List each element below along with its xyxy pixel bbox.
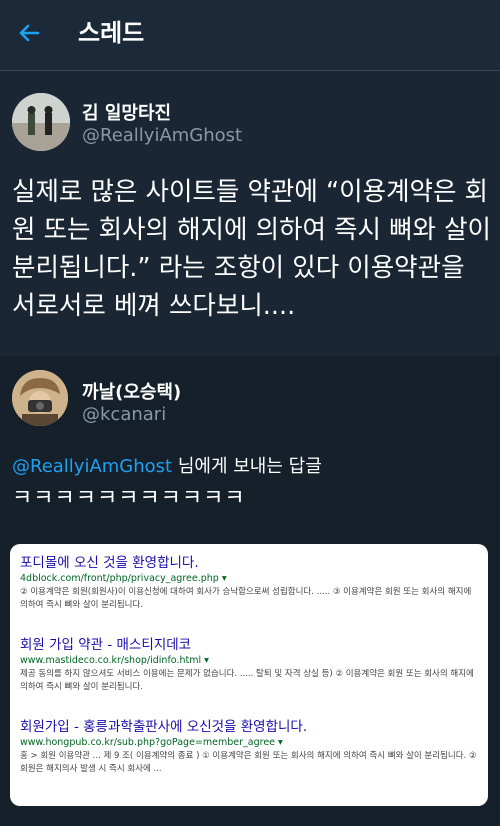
page-title: 스레드 [78,19,145,47]
tweet-text: ㅋㅋㅋㅋㅋㅋㅋㅋㅋㅋㅋ [12,486,246,511]
result-url-text[interactable]: www.mastideco.co.kr/shop/idinfo.html [20,655,201,666]
result-title[interactable]: 회원가입 - 홍릉과학출판사에 오신것을 환영합니다. [20,718,478,736]
original-tweet[interactable]: 김 일망타진 @ReallyiAmGhost 실제로 많은 사이트들 약관에 “… [0,71,500,356]
result-title[interactable]: 포디몰에 오신 것을 환영합니다. [20,554,478,572]
result-url-text[interactable]: 4dblock.com/front/php/privacy_agree.php [20,573,219,584]
result-title[interactable]: 회원 가입 약관 - 매스티지데코 [20,636,478,654]
result-snippet: 제공 동의를 하지 않으셔도 서비스 이용에는 문제가 없습니다. ..... … [20,669,474,692]
reply-context: @ReallyiAmGhost 님에게 보내는 답글 [12,452,322,478]
result-url[interactable]: www.mastideco.co.kr/shop/idinfo.html ▾ [20,654,478,668]
app-header: 스레드 [0,0,500,71]
tweet-text: 실제로 많은 사이트들 약관에 “이용계약은 회원 또는 회사의 해지에 의하여… [12,177,492,321]
dropdown-caret-icon[interactable]: ▾ [204,655,209,666]
author-handle[interactable]: @ReallyiAmGhost [82,125,242,146]
author-handle[interactable]: @kcanari [82,404,166,425]
back-arrow-icon[interactable] [14,18,44,48]
dropdown-caret-icon[interactable]: ▾ [278,737,283,748]
search-result[interactable]: 회원 가입 약관 - 매스티지데코 www.mastideco.co.kr/sh… [20,636,478,694]
reply-context-text: 님에게 보내는 답글 [172,456,322,477]
result-snippet: ② 이용계약은 회원(회원사)이 이용신청에 대하여 회사가 승낙함으로써 성립… [20,587,472,610]
mention-link[interactable]: @ReallyiAmGhost [12,456,172,477]
avatar[interactable] [12,370,68,426]
attached-image-search-results[interactable]: 포디몰에 오신 것을 환영합니다. 4dblock.com/front/php/… [10,544,488,806]
result-url[interactable]: 4dblock.com/front/php/privacy_agree.php … [20,572,478,586]
reply-tweet[interactable]: 까날(오승택) @kcanari @ReallyiAmGhost 님에게 보내는… [0,356,500,826]
result-url-text[interactable]: www.hongpub.co.kr/sub.php?goPage=member_… [20,737,275,748]
dropdown-caret-icon[interactable]: ▾ [222,573,227,584]
result-url[interactable]: www.hongpub.co.kr/sub.php?goPage=member_… [20,736,478,750]
search-result[interactable]: 회원가입 - 홍릉과학출판사에 오신것을 환영합니다. www.hongpub.… [20,718,478,776]
result-snippet: 홍 > 회원 이용약관 ... 제 9 조( 이용계약의 종료 ) ① 이용계약… [20,751,477,774]
author-name[interactable]: 까날(오승택) [82,378,181,404]
search-result[interactable]: 포디몰에 오신 것을 환영합니다. 4dblock.com/front/php/… [20,554,478,612]
avatar[interactable] [12,93,70,151]
author-name[interactable]: 김 일망타진 [82,99,171,125]
